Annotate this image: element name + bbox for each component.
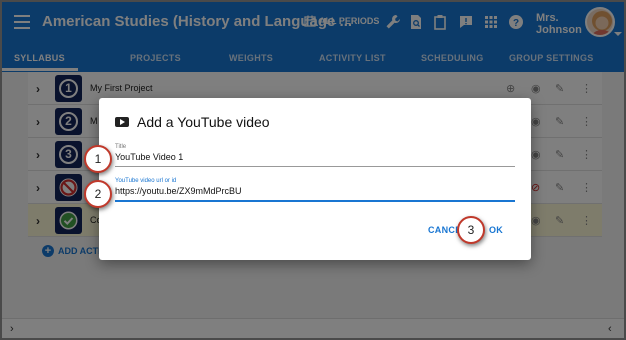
ok-button[interactable]: OK — [489, 225, 503, 235]
title-field[interactable]: Title YouTube Video 1 — [115, 144, 515, 167]
url-field[interactable]: YouTube video url or id https://youtu.be… — [115, 178, 515, 202]
callout-marker: 1 — [84, 145, 112, 173]
title-field-label: Title — [115, 144, 127, 150]
dialog-title: Add a YouTube video — [137, 114, 270, 130]
url-field-underline — [115, 200, 515, 202]
url-field-value[interactable]: https://youtu.be/ZX9mMdPrcBU — [115, 186, 515, 198]
app-frame: American Studies (History and Language .… — [0, 0, 626, 340]
title-field-value[interactable]: YouTube Video 1 — [115, 152, 515, 164]
title-field-underline — [115, 166, 515, 167]
callout-marker: 3 — [457, 216, 485, 244]
dialog-header: Add a YouTube video — [115, 114, 270, 130]
callout-marker: 2 — [84, 180, 112, 208]
youtube-icon — [115, 117, 129, 127]
url-field-label: YouTube video url or id — [115, 178, 177, 184]
